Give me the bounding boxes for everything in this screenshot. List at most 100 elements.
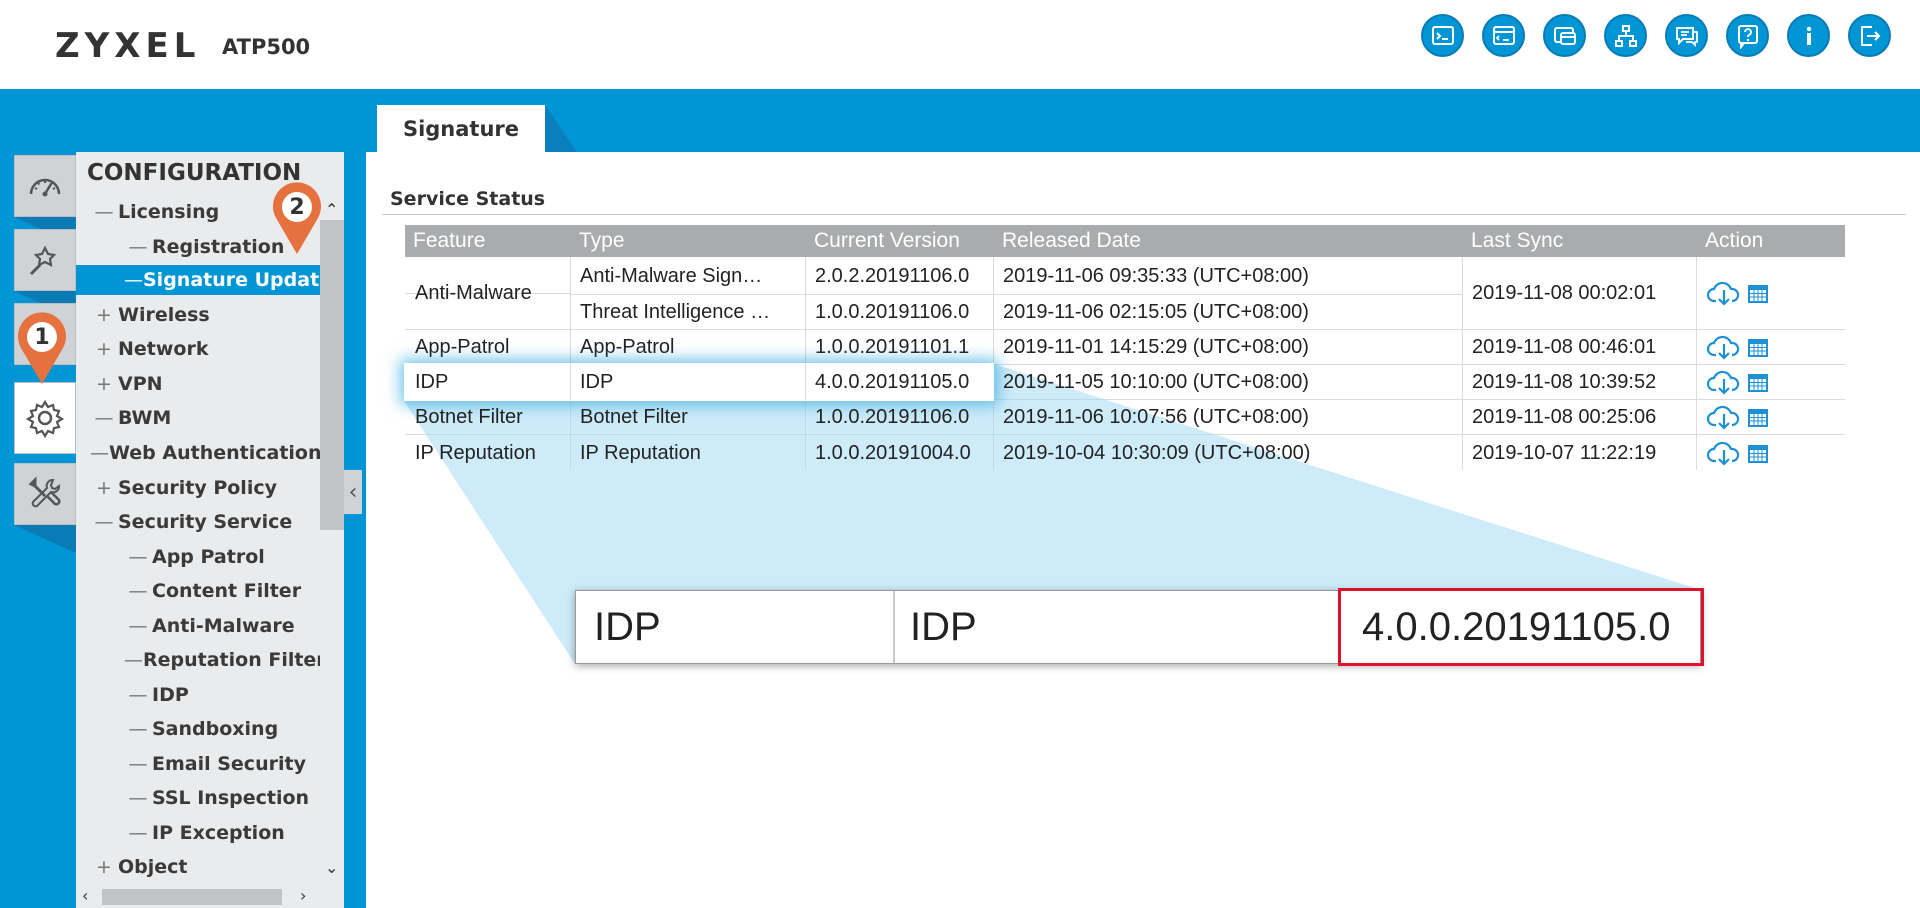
calendar-icon[interactable] [1747,371,1769,393]
col-divider [805,364,806,400]
cell-released: 2019-11-05 10:10:00 (UTC+08:00) [1003,370,1309,393]
col-type[interactable]: Type [579,225,625,257]
cell-type: App-Patrol [580,335,675,358]
cloud-download-icon[interactable] [1707,404,1741,430]
menu-item-ssl-inspection[interactable]: — SSL Inspection [76,783,320,813]
menu-item-app-patrol[interactable]: — App Patrol [76,542,320,572]
menu-label: App Patrol [152,546,265,568]
dash-icon: — [128,753,148,775]
dash-icon: — [128,822,148,844]
menu-hscrollbar-thumb[interactable] [102,889,282,905]
cell-feature: IP Reputation [415,441,536,464]
section-divider [382,214,1906,215]
menu-item-email-security[interactable]: — Email Security [76,749,320,779]
cell-type: Botnet Filter [580,405,688,428]
menu-label: Signature Update [143,269,320,291]
menu-label: IP Exception [152,822,285,844]
menu-label: Reputation Filter [143,649,320,671]
cloud-download-icon[interactable] [1707,369,1741,395]
brand-logo: ZYXEL [55,26,201,66]
col-released-date[interactable]: Released Date [1002,225,1141,257]
menu-item-vpn[interactable]: + VPN [76,369,320,399]
chat-icon[interactable] [1665,14,1708,57]
cell-version: 1.0.0.20191101.1 [815,335,970,358]
menu-label: Object [118,856,188,878]
col-feature[interactable]: Feature [413,225,485,257]
step-number: 2 [282,192,312,222]
cell-released: 2019-11-01 14:15:29 (UTC+08:00) [1003,335,1309,358]
top-header: ZYXEL ATP500 [0,0,1920,89]
menu-item-bwm[interactable]: — BWM [76,403,320,433]
scroll-right-icon[interactable]: › [300,886,306,905]
dash-icon: — [90,442,109,464]
col-last-sync[interactable]: Last Sync [1471,225,1563,257]
window-icon[interactable] [1543,14,1586,57]
menu-item-content-filter[interactable]: — Content Filter [76,576,320,606]
menu-scrollbar-thumb[interactable] [320,220,344,530]
menu-item-reputation-filter[interactable]: — Reputation Filter [76,645,320,675]
menu-label: Email Security [152,753,306,775]
model-name: ATP500 [222,35,311,59]
cloud-download-icon[interactable] [1707,334,1741,360]
menu-item-wireless[interactable]: + Wireless [76,300,320,330]
calendar-icon[interactable] [1747,282,1769,304]
menu-item-signature-update[interactable]: — Signature Update [76,265,320,295]
dash-icon: — [94,407,114,429]
collapse-panel-icon[interactable]: ‹ [344,470,362,514]
logout-icon[interactable] [1848,14,1891,57]
nav-wizard[interactable] [14,229,76,291]
expand-icon[interactable]: + [90,477,118,499]
cli-icon[interactable] [1482,14,1525,57]
menu-label: Content Filter [152,580,302,602]
help-icon[interactable] [1726,14,1769,57]
scroll-down-icon[interactable]: ⌄ [325,858,338,877]
expand-icon[interactable]: + [90,856,118,878]
menu-item-idp[interactable]: — IDP [76,680,320,710]
calendar-icon[interactable] [1747,442,1769,464]
dash-icon: — [124,269,143,291]
scroll-up-icon[interactable]: ⌃ [325,200,338,219]
cell-last-sync: 2019-11-08 10:39:52 [1472,370,1657,393]
menu-item-web-authentication[interactable]: — Web Authentication [76,438,320,468]
menu-item-ip-exception[interactable]: — IP Exception [76,818,320,848]
cloud-download-icon[interactable] [1707,280,1741,306]
calendar-icon[interactable] [1747,406,1769,428]
dash-icon: — [128,580,148,602]
expand-icon[interactable]: + [90,373,118,395]
nav-maintenance[interactable] [14,463,76,525]
sitemap-icon[interactable] [1604,14,1647,57]
menu-label: VPN [118,373,163,395]
col-divider [570,364,571,400]
menu-item-anti-malware[interactable]: — Anti-Malware [76,611,320,641]
menu-item-object[interactable]: + Object [76,852,320,882]
menu-item-network[interactable]: + Network [76,334,320,364]
cell-last-sync: 2019-11-08 00:02:01 [1472,281,1657,304]
action-group [1707,404,1769,430]
cell-last-sync: 2019-10-07 11:22:19 [1472,441,1657,464]
col-current-version[interactable]: Current Version [814,225,960,257]
menu-label: IDP [152,684,189,706]
col-divider [1696,257,1697,470]
nav-configuration[interactable] [14,382,76,454]
config-menu: CONFIGURATION — Licensing — Registration —… [76,152,320,908]
tab-signature[interactable]: Signature [377,105,545,152]
console-icon[interactable] [1421,14,1464,57]
scroll-left-icon[interactable]: ‹ [82,886,88,905]
cell-feature: Botnet Filter [415,405,523,428]
cloud-download-icon[interactable] [1707,440,1741,466]
cell-type: Anti-Malware Sign… [580,264,763,287]
calendar-icon[interactable] [1747,336,1769,358]
info-icon[interactable] [1787,14,1830,57]
cell-version: 1.0.0.20191106.0 [815,405,970,428]
expand-icon[interactable]: + [90,304,118,326]
cell-released: 2019-11-06 09:35:33 (UTC+08:00) [1003,264,1309,287]
expand-icon[interactable]: + [90,338,118,360]
collapse-icon[interactable]: — [90,201,118,223]
menu-item-security-service[interactable]: — Security Service [76,507,320,537]
menu-item-sandboxing[interactable]: — Sandboxing [76,714,320,744]
collapse-icon[interactable]: — [90,511,118,533]
menu-item-security-policy[interactable]: + Security Policy [76,473,320,503]
action-group [1707,369,1769,395]
nav-dashboard[interactable] [14,155,76,217]
col-action: Action [1705,229,1764,252]
